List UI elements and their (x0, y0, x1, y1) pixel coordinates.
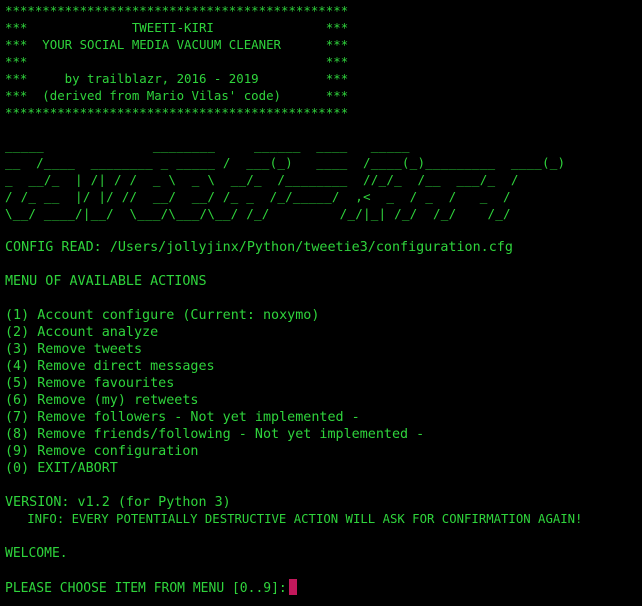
ascii-art-line: _____ ________ ______ ____ _____ (5, 138, 410, 153)
banner-line: *** TWEETI-KIRI *** (5, 20, 349, 35)
config-path: /Users/jollyjinx/Python/tweetie3/configu… (109, 240, 513, 255)
menu-item-remove-direct-messages: (4) Remove direct messages (5, 359, 215, 374)
banner-line: *** (derived from Mario Vilas' code) *** (5, 88, 349, 103)
text-cursor[interactable] (288, 579, 297, 595)
prompt-text: PLEASE CHOOSE ITEM FROM MENU [0..9]: (5, 581, 287, 596)
menu-item-exit: (0) EXIT/ABORT (5, 461, 118, 476)
banner-line: ****************************************… (5, 105, 349, 120)
banner-line: *** YOUR SOCIAL MEDIA VACUUM CLEANER *** (5, 37, 349, 52)
terminal-window[interactable]: ****************************************… (0, 0, 642, 606)
ascii-art-line: __ /____ ________ _ _____ / ___(_) ____ … (5, 155, 566, 170)
welcome-line: WELCOME. (5, 546, 68, 561)
ascii-art-line: _ __/_ | /| / / _ \ _ \ __/_ /________ /… (5, 172, 519, 187)
menu-item-remove-favourites: (5) Remove favourites (5, 376, 175, 391)
menu-item-account-configure: (1) Account configure (Current: noxymo) (5, 308, 320, 323)
menu-item-remove-followers: (7) Remove followers - Not yet implement… (5, 410, 360, 425)
menu-item-remove-configuration: (9) Remove configuration (5, 444, 199, 459)
ascii-art-line: \__/ ____/|__/ \___/\___/\__/ /_/ /_/|_|… (5, 206, 511, 221)
menu-item-remove-friends: (8) Remove friends/following - Not yet i… (5, 427, 425, 442)
ascii-art-line: / /_ __ |/ |/ // __/ __/ /_ _ /_/_____/ … (5, 189, 511, 204)
prompt-line[interactable]: PLEASE CHOOSE ITEM FROM MENU [0..9]: (5, 579, 297, 596)
config-label: CONFIG READ: (5, 240, 102, 255)
config-read-line: CONFIG READ: /Users/jollyjinx/Python/twe… (5, 239, 513, 256)
version-line: VERSION: v1.2 (for Python 3) (5, 495, 231, 510)
banner-line: ****************************************… (5, 3, 349, 18)
menu-item-remove-retweets: (6) Remove (my) retweets (5, 393, 199, 408)
menu-item-remove-tweets: (3) Remove tweets (5, 342, 143, 357)
menu-item-account-analyze: (2) Account analyze (5, 325, 159, 340)
menu-title: MENU OF AVAILABLE ACTIONS (5, 274, 207, 289)
banner-line: *** by trailblazr, 2016 - 2019 *** (5, 71, 349, 86)
banner-line: *** *** (5, 54, 349, 69)
info-line: INFO: EVERY POTENTIALLY DESTRUCTIVE ACTI… (5, 512, 583, 526)
